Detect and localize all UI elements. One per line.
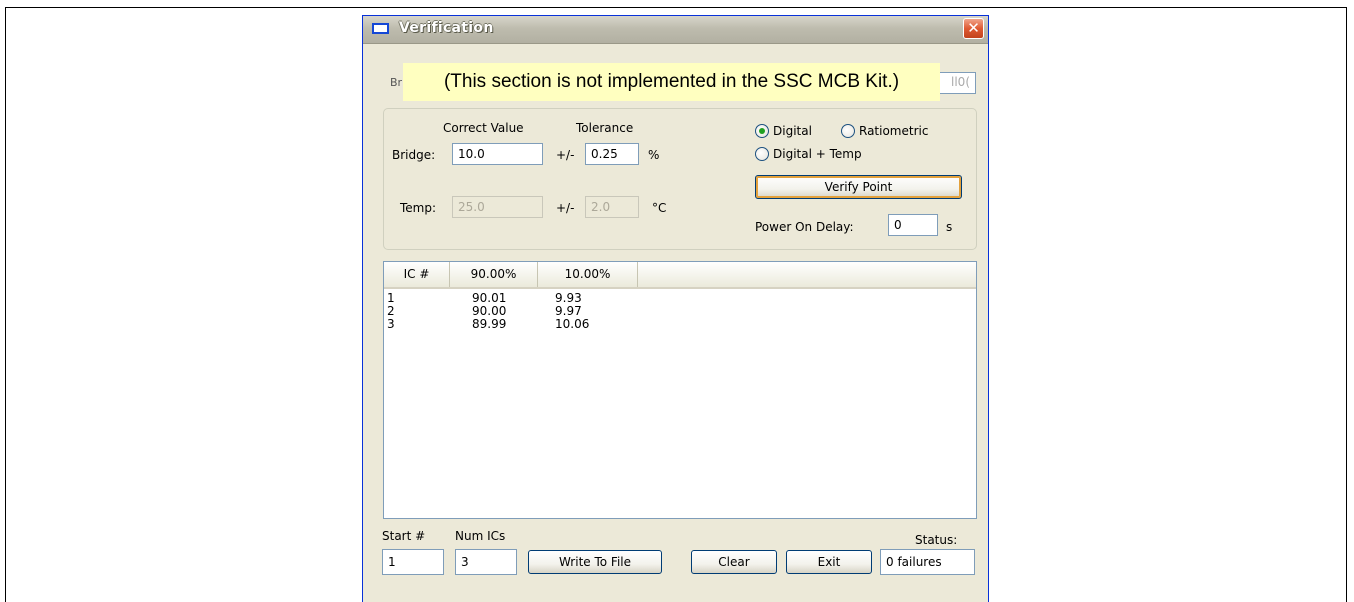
table-cell-value: 89.99 (472, 317, 507, 331)
table-cell-value: 10.06 (555, 317, 590, 331)
start-number-input[interactable] (382, 549, 444, 575)
tolerance-header: Tolerance (576, 121, 634, 135)
status-value-field (880, 549, 975, 575)
close-icon: ✕ (967, 19, 980, 37)
ratiometric-radio-label[interactable]: Ratiometric (859, 124, 928, 138)
start-label: Start # (382, 529, 426, 543)
status-label: Status: (915, 533, 958, 547)
frame-right-line (1346, 7, 1347, 602)
clear-button[interactable]: Clear (691, 550, 777, 574)
temp-unit: °C (652, 201, 667, 215)
temp-plus-minus: +/- (556, 201, 575, 215)
power-on-delay-label: Power On Delay: (755, 220, 854, 234)
table-cell-ic[interactable]: 3 (387, 318, 395, 331)
close-button[interactable]: ✕ (963, 18, 984, 39)
num-ics-label: Num ICs (455, 529, 506, 543)
bridge-label: Bridge: (392, 148, 436, 162)
hidden-field: ll0( (935, 72, 976, 94)
write-to-file-button[interactable]: Write To File (528, 550, 662, 574)
bridge-tolerance-input[interactable] (585, 143, 639, 165)
power-on-delay-input[interactable] (888, 214, 938, 236)
power-on-delay-unit: s (946, 220, 953, 234)
column-header-90pct[interactable]: 90.00% (450, 262, 538, 287)
bridge-plus-minus: +/- (556, 148, 575, 162)
bridge-unit: % (648, 148, 660, 162)
temp-tolerance-input[interactable] (585, 196, 639, 218)
correct-value-header: Correct Value (443, 121, 524, 135)
column-header-10pct[interactable]: 10.00% (538, 262, 638, 287)
digital-temp-radio-label[interactable]: Digital + Temp (773, 147, 862, 161)
verify-point-button[interactable]: Verify Point (755, 175, 962, 199)
temp-correct-value-input[interactable] (452, 196, 543, 218)
results-table-header: IC # 90.00% 10.00% (384, 262, 976, 289)
window-icon (372, 23, 389, 34)
ratiometric-radio[interactable] (841, 124, 855, 138)
results-table[interactable]: IC # 90.00% 10.00% 1 90.01 9.93 2 90.00 9.97 3… (383, 261, 977, 519)
temp-label: Temp: (400, 201, 437, 215)
digital-radio-label[interactable]: Digital (773, 124, 812, 138)
not-implemented-banner: (This section is not implemented in the … (403, 63, 940, 101)
num-ics-input[interactable] (455, 549, 517, 575)
digital-temp-radio[interactable] (755, 147, 769, 161)
title-bar[interactable]: Verification ✕ (363, 16, 988, 44)
frame-top-line (5, 7, 1347, 8)
bridge-correct-value-input[interactable] (452, 143, 543, 165)
digital-radio[interactable] (755, 124, 769, 138)
hidden-field-text: ll0( (951, 75, 970, 89)
column-header-ic[interactable]: IC # (384, 262, 450, 287)
window-title: Verification (399, 20, 494, 36)
frame-left-line (5, 7, 6, 602)
exit-button[interactable]: Exit (786, 550, 872, 574)
